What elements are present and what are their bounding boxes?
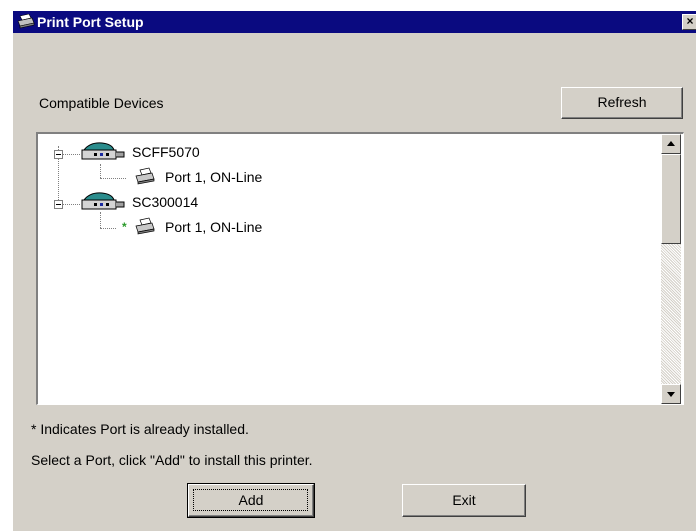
scroll-up-button[interactable] — [661, 134, 681, 154]
close-button[interactable]: × — [682, 14, 696, 30]
collapse-icon[interactable] — [54, 150, 63, 159]
focus-rectangle — [193, 489, 308, 511]
print-port-setup-dialog: Print Port Setup × Compatible Devices Re… — [12, 10, 696, 531]
collapse-icon[interactable] — [54, 200, 63, 209]
title-bar[interactable]: Print Port Setup × — [13, 11, 696, 33]
port-label: Port 1, ON-Line — [165, 169, 263, 185]
tree-item-port[interactable]: Port 1, ON-Line — [38, 167, 438, 189]
network-device-icon — [80, 142, 126, 165]
exit-button[interactable]: Exit — [402, 484, 526, 517]
tree-item-port[interactable]: * Port 1, ON-Line — [38, 217, 438, 239]
scroll-thumb[interactable] — [661, 154, 681, 244]
network-device-icon — [80, 192, 126, 215]
device-tree-listbox[interactable]: SCFF5070 Port 1, ON-Line SC300014 * Port… — [36, 132, 684, 405]
device-name: SCFF5070 — [132, 144, 200, 160]
arrow-up-icon — [667, 141, 675, 146]
scroll-down-button[interactable] — [661, 384, 681, 404]
close-icon: × — [686, 14, 694, 28]
printer-icon — [134, 217, 156, 240]
installed-note: * Indicates Port is already installed. — [31, 421, 249, 437]
tree-item-device-scff5070[interactable]: SCFF5070 — [38, 142, 438, 164]
instructions-text: Select a Port, click "Add" to install th… — [31, 452, 313, 468]
window-title: Print Port Setup — [37, 14, 144, 30]
printer-app-icon — [17, 13, 35, 30]
refresh-button[interactable]: Refresh — [561, 87, 683, 119]
device-name: SC300014 — [132, 194, 199, 210]
add-button[interactable]: Add — [187, 483, 315, 518]
compatible-devices-label: Compatible Devices — [39, 95, 164, 111]
device-tree: SCFF5070 Port 1, ON-Line SC300014 * Port… — [38, 134, 660, 404]
tree-item-device-sc300014[interactable]: SC300014 — [38, 192, 438, 214]
installed-asterisk-icon: * — [122, 220, 127, 234]
arrow-down-icon — [667, 392, 675, 397]
vertical-scrollbar[interactable] — [661, 134, 681, 404]
port-label: Port 1, ON-Line — [165, 219, 263, 235]
printer-icon — [134, 167, 156, 190]
